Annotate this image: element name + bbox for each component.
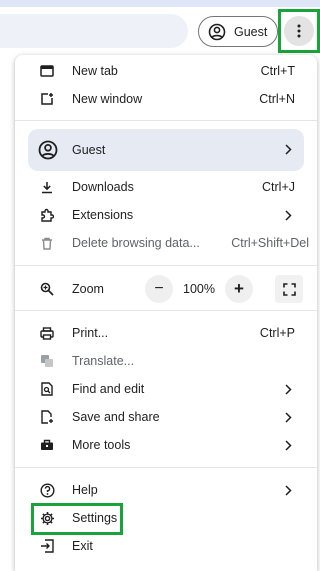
chevron-right-icon xyxy=(285,210,295,222)
menu-item-translate[interactable]: Translate... xyxy=(15,347,317,375)
shortcut-label: Ctrl+N xyxy=(259,92,295,106)
tab-strip xyxy=(0,0,320,7)
menu-item-label: Save and share xyxy=(72,410,160,424)
fullscreen-button[interactable] xyxy=(275,275,303,303)
menu-item-save-and-share[interactable]: Save and share xyxy=(15,403,317,431)
menu-button-highlight[interactable] xyxy=(278,9,320,53)
menu-item-label: Print... xyxy=(72,326,109,340)
menu-divider xyxy=(15,265,317,266)
menu-item-label: Exit xyxy=(72,539,93,553)
menu-item-more-tools[interactable]: More tools xyxy=(15,431,317,459)
browser-toolbar: Guest xyxy=(0,0,320,60)
menu-item-label: Delete browsing data... xyxy=(72,236,200,250)
menu-item-delete-browsing-data[interactable]: Delete browsing data... Ctrl+Shift+Del xyxy=(15,229,317,257)
translate-icon xyxy=(39,353,55,369)
menu-item-label: Help xyxy=(72,483,98,497)
menu-divider xyxy=(15,120,317,121)
menu-item-zoom: Zoom − 100% + xyxy=(15,274,317,304)
guest-profile-button[interactable]: Guest xyxy=(198,16,278,47)
menu-item-label: Guest xyxy=(72,143,106,157)
guest-chip-label: Guest xyxy=(234,24,268,39)
find-icon xyxy=(39,381,55,397)
kebab-menu-icon[interactable] xyxy=(284,16,314,46)
menu-item-label: New window xyxy=(72,92,143,106)
fullscreen-icon xyxy=(282,282,296,296)
menu-item-new-tab[interactable]: New tab Ctrl+T xyxy=(15,57,317,85)
settings-highlight-box xyxy=(31,503,123,535)
shortcut-label: Ctrl+P xyxy=(259,326,295,340)
save-icon xyxy=(39,409,55,425)
chevron-right-icon xyxy=(285,440,295,452)
menu-item-label: Find and edit xyxy=(72,382,145,396)
zoom-in-button[interactable]: + xyxy=(225,275,253,303)
menu-item-exit[interactable]: Exit xyxy=(15,532,317,560)
exit-icon xyxy=(39,538,55,554)
browser-menu: New tab Ctrl+T New window Ctrl+N Guest D… xyxy=(15,55,317,571)
menu-item-label: More tools xyxy=(72,438,131,452)
toolbox-icon xyxy=(39,437,55,453)
minus-icon: − xyxy=(154,280,164,297)
zoom-icon xyxy=(39,281,55,297)
menu-item-guest-profile[interactable]: Guest xyxy=(28,129,304,171)
menu-item-find-and-edit[interactable]: Find and edit xyxy=(15,375,317,403)
menu-item-label: Downloads xyxy=(72,180,134,194)
shortcut-label: Ctrl+J xyxy=(262,180,295,194)
menu-item-print[interactable]: Print... Ctrl+P xyxy=(15,319,317,347)
address-bar[interactable] xyxy=(0,14,188,48)
menu-item-new-window[interactable]: New window Ctrl+N xyxy=(15,85,317,113)
puzzle-icon xyxy=(39,207,55,223)
account-circle-icon xyxy=(38,140,58,160)
menu-item-label: New tab xyxy=(72,64,118,78)
download-icon xyxy=(39,179,55,195)
menu-divider xyxy=(15,310,317,311)
help-icon xyxy=(39,482,55,498)
zoom-out-button[interactable]: − xyxy=(145,275,173,303)
menu-item-extensions[interactable]: Extensions xyxy=(15,201,317,229)
new-window-icon xyxy=(39,91,55,107)
account-circle-icon xyxy=(208,23,226,41)
chevron-right-icon xyxy=(285,485,295,497)
menu-item-help[interactable]: Help xyxy=(15,476,317,504)
shortcut-label: Ctrl+Shift+Del xyxy=(231,236,309,250)
menu-item-label: Zoom xyxy=(72,282,104,296)
plus-icon: + xyxy=(234,279,244,298)
menu-item-label: Extensions xyxy=(72,208,134,222)
zoom-level: 100% xyxy=(183,282,215,296)
chevron-right-icon xyxy=(285,144,292,155)
menu-item-downloads[interactable]: Downloads Ctrl+J xyxy=(15,173,317,201)
shortcut-label: Ctrl+T xyxy=(260,64,295,78)
menu-divider xyxy=(15,467,317,468)
chevron-right-icon xyxy=(285,412,295,424)
menu-item-label: Translate... xyxy=(72,354,135,368)
chevron-right-icon xyxy=(285,384,295,396)
new-tab-icon xyxy=(39,63,55,79)
trash-icon xyxy=(39,235,55,251)
print-icon xyxy=(39,325,55,341)
